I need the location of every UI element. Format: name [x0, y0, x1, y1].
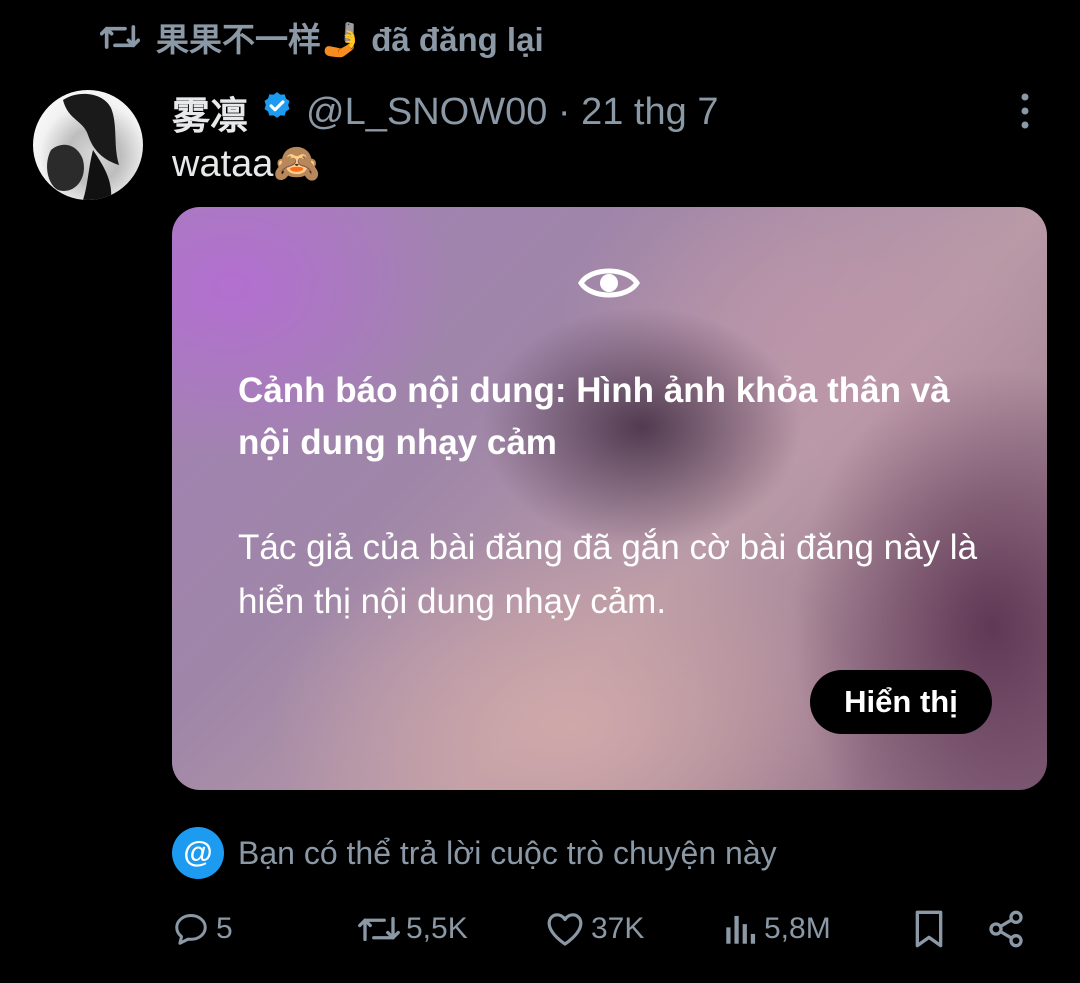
views-button[interactable]: 5,8M — [724, 902, 831, 956]
show-media-button[interactable]: Hiển thị — [810, 670, 992, 734]
share-button[interactable] — [986, 902, 1026, 956]
reply-notice: @ Bạn có thể trả lời cuộc trò chuyện này — [172, 826, 777, 880]
sensitive-media-card[interactable]: Cảnh báo nội dung: Hình ảnh khỏa thân và… — [172, 207, 1047, 790]
post-header: 雾凛 @L_SNOW00 · 21 thg 7 — [172, 88, 1020, 138]
reply-button[interactable]: 5 — [172, 902, 233, 956]
bookmark-icon — [911, 909, 947, 949]
warning-title: Cảnh báo nội dung: Hình ảnh khỏa thân và… — [238, 371, 950, 462]
eye-icon — [577, 259, 641, 307]
views-count: 5,8M — [764, 912, 831, 945]
repost-count: 5,5K — [406, 912, 468, 945]
action-bar: 5 5,5K 37K 5,8M — [0, 902, 1080, 956]
mention-icon: @ — [172, 827, 224, 879]
repost-header[interactable]: 果果不一样🤳 đã đăng lại — [100, 14, 544, 60]
more-options-button[interactable] — [1010, 92, 1040, 134]
share-icon — [986, 909, 1026, 949]
views-icon — [724, 911, 758, 947]
author-name[interactable]: 雾凛 — [172, 85, 248, 140]
heart-icon — [545, 910, 585, 948]
repost-action-icon — [358, 911, 400, 947]
more-vertical-icon — [1020, 93, 1030, 134]
warning-body: Tác giả của bài đăng đã gắn cờ bài đăng … — [238, 528, 978, 621]
repost-icon — [100, 20, 140, 54]
avatar[interactable] — [33, 90, 143, 200]
like-button[interactable]: 37K — [545, 902, 644, 956]
reply-count: 5 — [216, 912, 233, 945]
post-text: wataa🙈 — [172, 143, 321, 185]
like-count: 37K — [591, 912, 645, 945]
verified-badge-icon — [260, 90, 294, 134]
bookmark-button[interactable] — [911, 902, 947, 956]
reply-notice-text: Bạn có thể trả lời cuộc trò chuyện này — [238, 834, 777, 871]
handle-and-date[interactable]: @L_SNOW00 · 21 thg 7 — [306, 91, 718, 134]
repost-text: 果果不一样🤳 đã đăng lại — [156, 21, 544, 58]
reply-icon — [172, 910, 210, 948]
repost-button[interactable]: 5,5K — [358, 902, 468, 956]
